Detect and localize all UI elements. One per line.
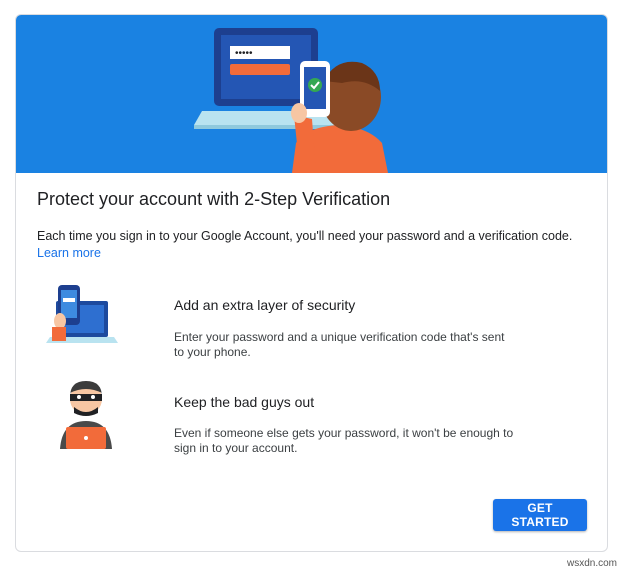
phone-laptop-icon	[46, 281, 120, 360]
page-title: Protect your account with 2-Step Verific…	[37, 189, 391, 209]
hero-illustration: •••••	[194, 28, 388, 173]
feature-badguys-title: Keep the bad guys out	[174, 394, 315, 410]
feature-security-title: Add an extra layer of security	[174, 297, 356, 313]
feature-badguys-body: Even if someone else gets your password,…	[174, 426, 514, 455]
verification-card: ••••• Protect your account with 2-Step V…	[15, 14, 608, 552]
bad-guy-icon	[54, 377, 118, 456]
description-body: Each time you sign in to your Google Acc…	[37, 229, 573, 243]
learn-more-link[interactable]: Learn more	[37, 246, 101, 260]
feature-security-body: Enter your password and a unique verific…	[174, 330, 505, 359]
watermark: wsxdn.com	[566, 558, 617, 569]
get-started-button[interactable]: GET STARTED	[493, 499, 587, 531]
description-text: Each time you sign in to your Google Acc…	[37, 228, 597, 262]
password-mask: •••••	[235, 48, 253, 59]
hero-banner: •••••	[16, 15, 607, 173]
